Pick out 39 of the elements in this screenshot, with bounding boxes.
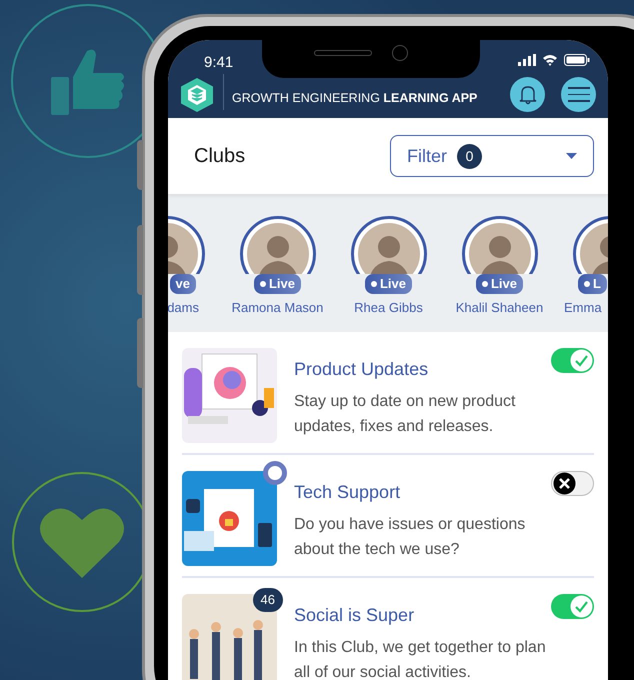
club-description: Stay up to date on new product updates, fixes and releases. [294, 392, 516, 437]
page-title: Clubs [194, 144, 246, 169]
status-time: 9:41 [204, 53, 234, 73]
wifi-icon [542, 54, 558, 66]
club-description: In this Club, we get together to plan all of our social activities. [294, 638, 547, 680]
live-badge: Live [364, 274, 412, 294]
member-name: Rhea Gibbs [354, 299, 423, 317]
speaker-icon [314, 50, 372, 56]
signal-icon [518, 54, 536, 66]
club-description: Do you have issues or questions about the tech we use? [294, 515, 526, 560]
caret-icon [566, 153, 577, 159]
bell-icon [518, 84, 536, 104]
live-badge: ve [170, 274, 196, 294]
camera-icon [392, 45, 408, 61]
battery-icon [564, 54, 590, 66]
member-name: Ramona Mason [232, 299, 324, 317]
member-name: Emma [564, 299, 602, 317]
club-title[interactable]: Product Updates [294, 356, 428, 383]
member-name: dams [168, 299, 199, 317]
club-title[interactable]: Tech Support [294, 479, 400, 506]
notifications-button[interactable] [510, 77, 545, 112]
join-toggle[interactable] [551, 594, 594, 619]
filter-count-badge: 0 [457, 144, 482, 168]
member-name: Khalil Shaheen [456, 299, 544, 317]
member-count-badge: 46 [252, 588, 283, 612]
join-toggle[interactable] [551, 471, 594, 496]
avatar[interactable] [240, 216, 316, 274]
join-toggle[interactable] [551, 348, 594, 373]
live-badge: L [578, 274, 607, 294]
filter-dropdown[interactable]: Filter 0 [390, 135, 594, 177]
app-title: GROWTH ENGINEERING LEARNING APP [232, 90, 478, 107]
avatar[interactable] [350, 216, 426, 274]
club-title[interactable]: Social is Super [294, 602, 414, 629]
live-badge: Live [254, 274, 301, 294]
menu-button[interactable] [561, 77, 596, 112]
unread-ring-icon [263, 461, 287, 485]
app-logo-icon [181, 78, 213, 112]
live-badge: Live [476, 274, 523, 294]
avatar[interactable] [462, 216, 538, 274]
